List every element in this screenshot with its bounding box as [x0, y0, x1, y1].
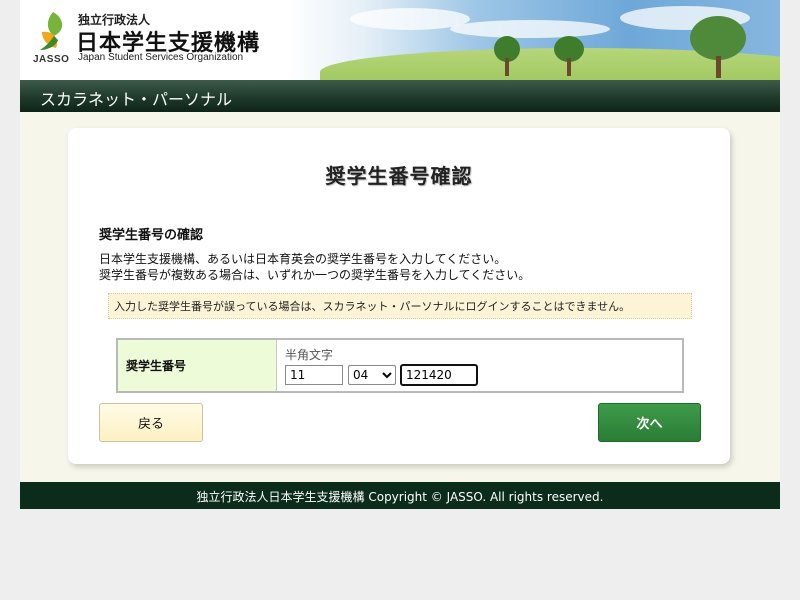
- logo-text: JASSO: [33, 54, 70, 65]
- scholarship-number-part1-input[interactable]: [285, 365, 343, 385]
- form-label-cell: 奨学生番号: [118, 340, 277, 391]
- input-hint: 半角文字: [285, 348, 334, 362]
- header-banner: JASSO 独立行政法人 日本学生支援機構 Japan Student Serv…: [20, 0, 780, 80]
- warning-notice: 入力した奨学生番号が誤っている場合は、スカラネット・パーソナルにログインすること…: [108, 293, 692, 319]
- next-button[interactable]: 次へ: [598, 403, 701, 442]
- description-line-1: 日本学生支援機構、あるいは日本育英会の奨学生番号を入力してください。: [99, 252, 507, 266]
- back-button[interactable]: 戻る: [99, 403, 203, 442]
- jasso-leaf-logo-icon: [40, 12, 63, 50]
- copyright-text: 独立行政法人日本学生支援機構 Copyright © JASSO. All ri…: [196, 490, 604, 504]
- scholarship-number-form: 奨学生番号 半角文字 04: [116, 338, 684, 393]
- page-wrapper: JASSO 独立行政法人 日本学生支援機構 Japan Student Serv…: [20, 0, 780, 509]
- scholarship-number-part3-input[interactable]: [400, 364, 478, 386]
- org-english-name: Japan Student Services Organization: [78, 52, 244, 63]
- scholarship-number-part2-select[interactable]: 04: [348, 365, 396, 385]
- footer: 独立行政法人日本学生支援機構 Copyright © JASSO. All ri…: [20, 482, 780, 509]
- service-title: スカラネット・パーソナル: [40, 90, 233, 109]
- section-heading: 奨学生番号の確認: [99, 228, 204, 243]
- scholarship-number-label: 奨学生番号: [126, 359, 187, 373]
- description-line-2: 奨学生番号が複数ある場合は、いずれか一つの奨学生番号を入力してください。: [99, 268, 531, 282]
- page-title: 奨学生番号確認: [325, 164, 473, 188]
- tree-decoration: [492, 36, 522, 80]
- content-card: 奨学生番号確認 奨学生番号の確認 日本学生支援機構、あるいは日本育英会の奨学生番…: [68, 128, 730, 464]
- nav-bar: スカラネット・パーソナル: [20, 80, 780, 112]
